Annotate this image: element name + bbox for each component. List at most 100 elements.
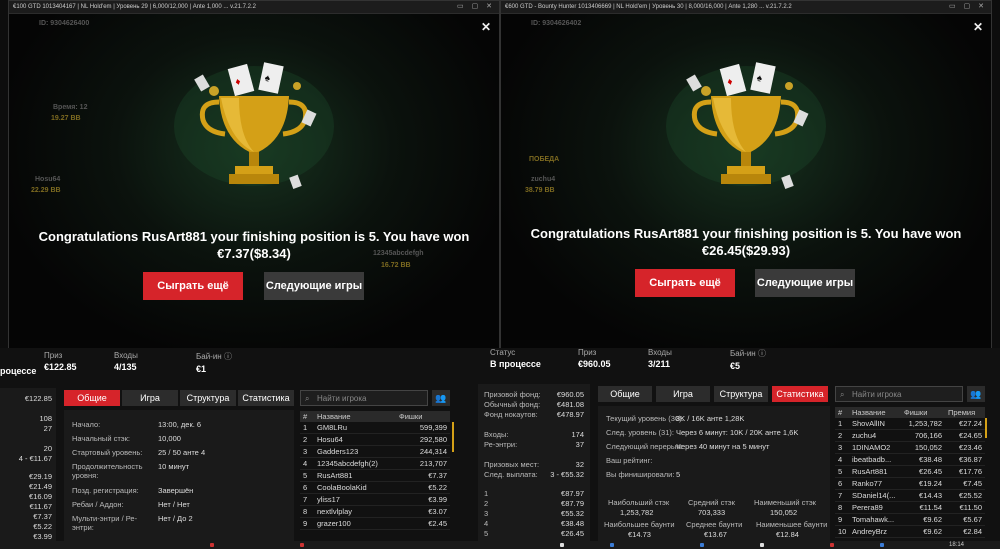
players-icon[interactable]: 👥 <box>432 390 450 406</box>
player-name: RusArt881 <box>849 465 901 478</box>
bounty-value: €12.84 <box>776 530 799 539</box>
table-row[interactable]: 2 Hosu64 292,580 <box>300 433 450 446</box>
table-row[interactable]: 1 GM8LRu 599,399 <box>300 422 450 434</box>
col-bounty[interactable]: Премия <box>945 407 985 418</box>
stack-value: 703,333 <box>698 508 726 517</box>
table-row[interactable]: 5 RusArt881 €26.45 €17.76 <box>835 465 985 478</box>
chips: 150,052 <box>901 441 945 454</box>
table-row[interactable]: 7 yliss17 €3.99 <box>300 493 450 506</box>
table-row[interactable]: 6 Ranko77 €19.24 €7.45 <box>835 477 985 490</box>
col-chips[interactable]: Фишки <box>396 411 450 422</box>
table-row[interactable]: 9 grazer100 €2.45 <box>300 517 450 530</box>
play-again-button[interactable]: Сыграть ещё <box>143 272 243 300</box>
payout-amount: €87.79 <box>561 499 584 508</box>
bg-label: ПОБЕДА <box>529 156 560 163</box>
general-info-panel: Начало: 13:00, дек. 6 Начальный стэк: 10… <box>64 410 294 549</box>
next-games-button[interactable]: Следующие игры <box>264 272 364 300</box>
taskbar-app-icon[interactable] <box>610 543 614 547</box>
prize-value: €960.05 <box>578 359 611 369</box>
tab-game[interactable]: Игра <box>122 390 178 406</box>
right-prize: Приз €960.05 <box>578 348 611 369</box>
taskbar: 18:14 <box>0 541 1000 549</box>
players-icon[interactable]: 👥 <box>967 386 985 402</box>
entries-value: 174 <box>571 430 584 439</box>
taskbar-app-icon[interactable] <box>830 543 834 547</box>
taskbar-app-icon[interactable] <box>300 543 304 547</box>
left-players-table: # Название Фишки 1 GM8LRu 599,399 2 Hosu64 2… <box>300 411 450 530</box>
next-games-button[interactable]: Следующие игры <box>755 269 855 297</box>
table-row[interactable]: 6 CoolaBoolaKid €5.22 <box>300 481 450 494</box>
summary-value: 108 <box>39 414 52 423</box>
scrollbar[interactable] <box>452 422 454 452</box>
close-icon[interactable]: ✕ <box>973 20 983 34</box>
rank: 8 <box>300 505 314 518</box>
tab-game[interactable]: Игра <box>656 386 710 402</box>
col-name[interactable]: Название <box>314 411 396 422</box>
table-row[interactable]: 3 1DINAMO2 150,052 €23.46 <box>835 441 985 454</box>
rank: 3 <box>300 445 314 458</box>
tab-statistics[interactable]: Статистика <box>772 386 828 402</box>
table-row[interactable]: 5 RusArt881 €7.37 <box>300 469 450 482</box>
table-row[interactable]: 8 Perera89 €11.54 €11.50 <box>835 501 985 514</box>
col-rank[interactable]: # <box>835 407 849 418</box>
taskbar-app-icon[interactable] <box>760 543 764 547</box>
left-window-titlebar[interactable]: €100 GTD 1013404167 | NL Hold'em | Урове… <box>9 1 499 14</box>
window-controls[interactable]: ▭ ▢ ✕ <box>457 1 495 13</box>
taskbar-app-icon[interactable] <box>700 543 704 547</box>
player-name: Ranko77 <box>849 477 901 490</box>
player-name: 12345abcdefgh(2) <box>314 457 396 470</box>
table-row[interactable]: 4 ibeatbadb... €38.48 €36.87 <box>835 453 985 466</box>
table-row[interactable]: 8 nextlvlplay €3.07 <box>300 505 450 518</box>
player-name: ShovAllIN <box>849 418 901 430</box>
search-icon: ⌕ <box>305 394 310 403</box>
play-again-button[interactable]: Сыграть ещё <box>635 269 735 297</box>
left-table-id: ID: 9304626400 <box>39 20 90 27</box>
rank: 4 <box>835 453 849 466</box>
col-name[interactable]: Название <box>849 407 901 418</box>
table-row[interactable]: 2 zuchu4 706,166 €24.65 <box>835 429 985 442</box>
table-row[interactable]: 10 AndreyBrz €9.62 €2.84 <box>835 525 985 538</box>
right-window-titlebar[interactable]: €600 GTD - Bounty Hunter 1013406669 | NL… <box>501 1 991 14</box>
left-window-title: €100 GTD 1013404167 | NL Hold'em | Урове… <box>13 4 256 10</box>
col-rank[interactable]: # <box>300 411 314 422</box>
payout-value: €7.37 <box>33 512 52 521</box>
payout-amount: €87.97 <box>561 489 584 498</box>
table-row[interactable]: 1 ShovAllIN 1,253,782 €27.24 <box>835 418 985 430</box>
scrollbar[interactable] <box>985 418 987 438</box>
close-icon[interactable]: ✕ <box>481 20 491 34</box>
player-name: RusArt881 <box>314 469 396 482</box>
chips: €14.43 <box>901 489 945 502</box>
col-chips[interactable]: Фишки <box>901 407 945 418</box>
info-icon[interactable]: ⓘ <box>224 352 232 361</box>
info-label: Продолжительность уровня: <box>72 462 143 480</box>
info-icon[interactable]: ⓘ <box>758 349 766 358</box>
prize-amount: €7.37($8.34) <box>217 246 291 261</box>
table-row[interactable]: 4 12345abcdefgh(2) 213,707 <box>300 457 450 470</box>
chips: €3.99 <box>396 493 450 506</box>
buyin-label: Бай-ин <box>196 352 222 361</box>
player-search-input[interactable]: ⌕ Найти игрока <box>835 386 963 402</box>
window-controls[interactable]: ▭ ▢ ✕ <box>949 1 987 13</box>
bg-label: 19.27 BB <box>51 115 81 122</box>
tab-statistics[interactable]: Статистика <box>238 390 294 406</box>
bounty: €7.45 <box>945 477 985 490</box>
payout-amount: €26.45 <box>561 529 584 538</box>
bg-label: Время: 12 <box>53 104 88 111</box>
player-search-input[interactable]: ⌕ Найти игрока <box>300 390 428 406</box>
left-prize: Приз €122.85 <box>44 351 77 372</box>
table-row[interactable]: 9 Tomahawk... €9.62 €5.67 <box>835 513 985 526</box>
taskbar-app-icon[interactable] <box>880 543 884 547</box>
left-buyin: Бай-ин ⓘ €1 <box>196 351 232 374</box>
left-game-window: €100 GTD 1013404167 | NL Hold'em | Урове… <box>8 0 500 350</box>
tab-general[interactable]: Общие <box>64 390 120 406</box>
table-row[interactable]: 3 Gadders123 244,314 <box>300 445 450 458</box>
table-row[interactable]: 7 SDaniel14(... €14.43 €25.52 <box>835 489 985 502</box>
rank: 1 <box>835 418 849 430</box>
bg-label: zuchu4 <box>531 176 556 183</box>
tab-structure[interactable]: Структура <box>180 390 236 406</box>
taskbar-app-icon[interactable] <box>210 543 214 547</box>
taskbar-app-icon[interactable] <box>560 543 564 547</box>
bounty: €24.65 <box>945 429 985 442</box>
tab-general[interactable]: Общие <box>598 386 652 402</box>
tab-structure[interactable]: Структура <box>714 386 768 402</box>
